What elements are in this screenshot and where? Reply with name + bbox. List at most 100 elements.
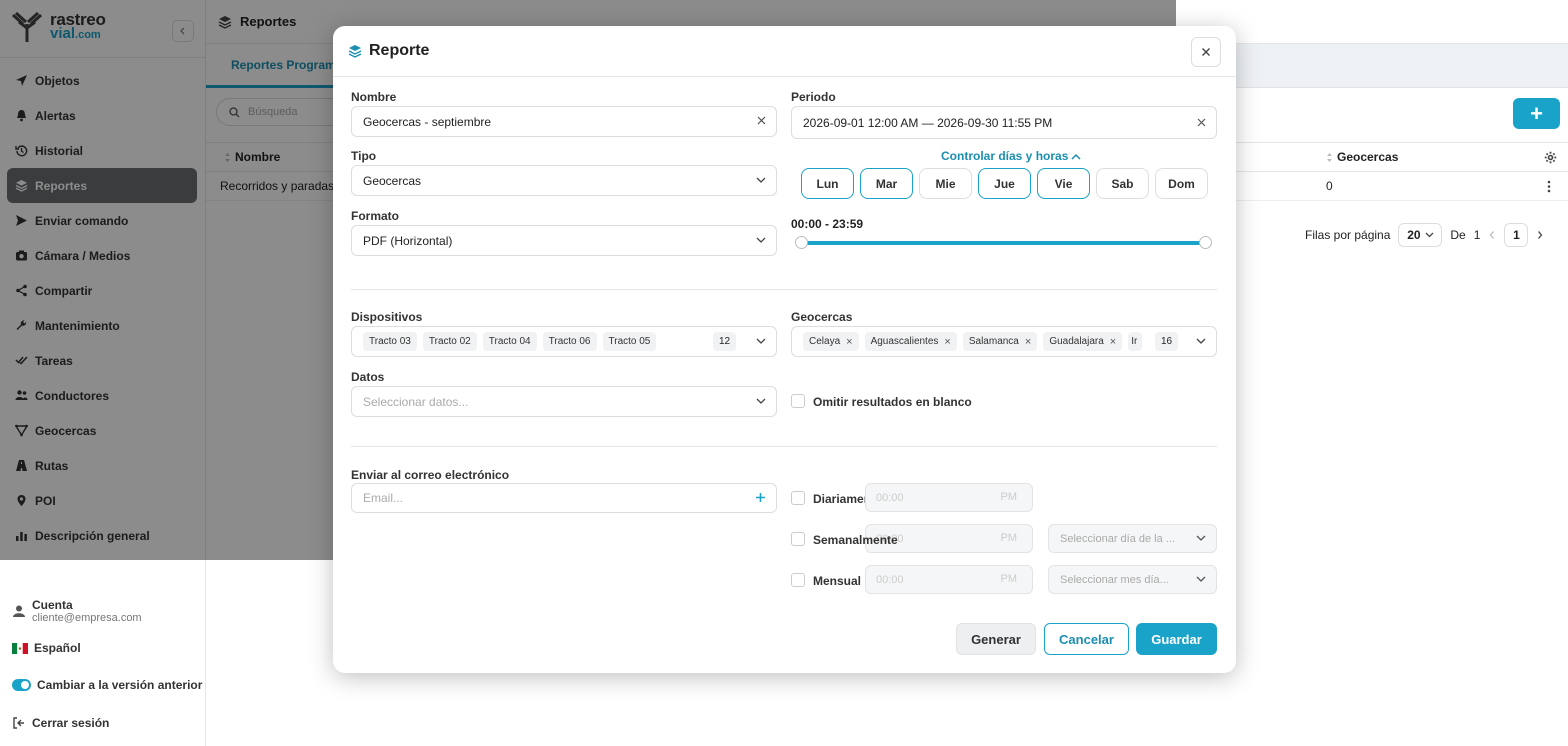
- email-label: Enviar al correo electrónico: [351, 468, 510, 482]
- type-label: Tipo: [351, 149, 377, 163]
- chevron-up-icon: [1071, 153, 1081, 160]
- geofence-chip-label: Salamanca: [968, 336, 1019, 347]
- name-input[interactable]: Geocercas - septiembre: [351, 106, 777, 137]
- table-cell-geofences: 0: [1326, 179, 1333, 193]
- geofence-chip[interactable]: Salamanca ×: [962, 332, 1038, 351]
- logout-item[interactable]: Cerrar sesión: [12, 716, 109, 730]
- toggle-switch[interactable]: [12, 679, 31, 691]
- remove-chip-icon[interactable]: ×: [944, 336, 950, 348]
- close-icon: [1202, 48, 1210, 56]
- divider: [351, 289, 1217, 290]
- device-chip[interactable]: Tracto 03: [363, 332, 417, 351]
- chevron-down-icon: [1425, 232, 1434, 238]
- column-header-geofences[interactable]: Geocercas: [1326, 142, 1398, 172]
- next-page-icon[interactable]: [1536, 230, 1544, 240]
- geofence-chip-label: Aguascalientes: [870, 336, 939, 347]
- devices-label: Dispositivos: [351, 310, 423, 324]
- weekday-selector: Lun Mar Mie Jue Vie Sab Dom: [801, 168, 1208, 199]
- pagination: Filas por página 20 De 1 1: [1305, 222, 1544, 248]
- cancel-button[interactable]: Cancelar: [1044, 623, 1129, 655]
- total-pages: 1: [1473, 228, 1481, 242]
- geofence-chip[interactable]: Guadalajara ×: [1043, 332, 1123, 351]
- weekday-select[interactable]: Seleccionar día de la ...: [1048, 524, 1217, 553]
- device-chip[interactable]: Tracto 04: [482, 332, 537, 351]
- clear-icon[interactable]: [1197, 118, 1206, 127]
- devices-count-badge: 12: [713, 332, 737, 351]
- plus-icon[interactable]: [755, 492, 766, 503]
- remove-chip-icon[interactable]: ×: [846, 336, 852, 348]
- gear-icon[interactable]: [1544, 142, 1557, 172]
- day-toggle-mie[interactable]: Mie: [919, 168, 972, 199]
- email-input[interactable]: Email...: [351, 483, 777, 513]
- logout-icon: [12, 716, 26, 730]
- save-button[interactable]: Guardar: [1136, 623, 1217, 655]
- chevron-down-icon: [1196, 338, 1206, 345]
- devices-multiselect[interactable]: Tracto 03 Tracto 02 Tracto 04 Tracto 06 Trac…: [351, 326, 777, 357]
- report-modal: Reporte Nombre Geocercas - septiembre Pe…: [333, 26, 1236, 673]
- data-select[interactable]: Seleccionar datos...: [351, 386, 777, 417]
- device-chip[interactable]: Tracto 05: [602, 332, 657, 351]
- chevron-down-icon: [756, 177, 766, 184]
- remove-chip-icon[interactable]: ×: [1025, 336, 1031, 348]
- geofence-chip-label: Celaya: [809, 336, 841, 347]
- day-toggle-dom[interactable]: Dom: [1155, 168, 1208, 199]
- generate-button[interactable]: Generar: [956, 623, 1036, 655]
- day-toggle-mar[interactable]: Mar: [860, 168, 913, 199]
- legacy-version-toggle[interactable]: Cambiar a la versión anterior: [12, 678, 202, 692]
- time-range-slider[interactable]: [795, 236, 1212, 249]
- geofences-label: Geocercas: [791, 310, 853, 324]
- omit-blank-label: Omitir resultados en blanco: [813, 395, 972, 409]
- account-label: Cuenta: [32, 598, 73, 612]
- day-toggle-sab[interactable]: Sab: [1096, 168, 1149, 199]
- format-select[interactable]: PDF (Horizontal): [351, 225, 777, 256]
- geofences-count-badge: 16: [1155, 332, 1179, 351]
- rows-per-page-label: Filas por página: [1305, 228, 1391, 242]
- monthly-label: Mensual: [813, 574, 862, 588]
- geofence-chip[interactable]: Ir: [1128, 332, 1143, 351]
- more-vertical-icon[interactable]: [1547, 172, 1551, 200]
- slider-start-handle[interactable]: [795, 236, 808, 249]
- day-toggle-vie[interactable]: Vie: [1037, 168, 1090, 199]
- control-days-hours-link[interactable]: Controlar días y horas: [941, 149, 1081, 163]
- geofence-chip-label: Guadalajara: [1049, 336, 1104, 347]
- geofences-multiselect[interactable]: Celaya × Aguascalientes × Salamanca × Guadalaj…: [791, 326, 1217, 357]
- geofence-chip[interactable]: Aguascalientes ×: [864, 332, 957, 351]
- account-item[interactable]: Cuenta cliente@empresa.com: [12, 598, 142, 624]
- remove-chip-icon[interactable]: ×: [1110, 336, 1116, 348]
- clear-icon[interactable]: [757, 116, 766, 125]
- device-chip[interactable]: Tracto 06: [542, 332, 597, 351]
- chevron-down-icon: [1196, 535, 1206, 542]
- prev-page-icon[interactable]: [1488, 230, 1496, 240]
- language-label: Español: [34, 641, 81, 655]
- language-item[interactable]: Español: [12, 641, 81, 655]
- slider-end-handle[interactable]: [1199, 236, 1212, 249]
- close-button[interactable]: [1191, 37, 1221, 67]
- data-label: Datos: [351, 370, 385, 384]
- chevron-down-icon: [1196, 576, 1206, 583]
- period-input[interactable]: 2026-09-01 12:00 AM — 2026-09-30 11:55 P…: [791, 106, 1217, 139]
- device-chip[interactable]: Tracto 02: [422, 332, 477, 351]
- rows-per-page-select[interactable]: 20: [1398, 223, 1443, 247]
- chevron-down-icon: [756, 338, 766, 345]
- type-select[interactable]: Geocercas: [351, 165, 777, 196]
- day-toggle-jue[interactable]: Jue: [978, 168, 1031, 199]
- day-toggle-lun[interactable]: Lun: [801, 168, 854, 199]
- name-label: Nombre: [351, 90, 397, 104]
- account-email: cliente@empresa.com: [32, 612, 142, 624]
- current-page-button[interactable]: 1: [1504, 223, 1529, 247]
- monthly-time-input[interactable]: 00:00 PM: [865, 565, 1033, 594]
- format-label: Formato: [351, 209, 399, 223]
- geofence-chip[interactable]: Celaya ×: [803, 332, 859, 351]
- daily-time-input[interactable]: 00:00 PM: [865, 483, 1033, 512]
- mexico-flag-icon: [12, 642, 28, 654]
- sort-icon: [1326, 152, 1333, 163]
- daily-checkbox[interactable]: [791, 491, 805, 505]
- monthly-checkbox[interactable]: [791, 573, 805, 587]
- add-report-button[interactable]: +: [1513, 98, 1560, 129]
- of-label: De: [1450, 228, 1466, 242]
- modal-title: Reporte: [369, 42, 430, 59]
- logout-label: Cerrar sesión: [32, 716, 110, 730]
- monthday-select[interactable]: Seleccionar mes día...: [1048, 565, 1217, 594]
- omit-blank-checkbox[interactable]: [791, 394, 805, 408]
- weekly-checkbox[interactable]: [791, 532, 805, 546]
